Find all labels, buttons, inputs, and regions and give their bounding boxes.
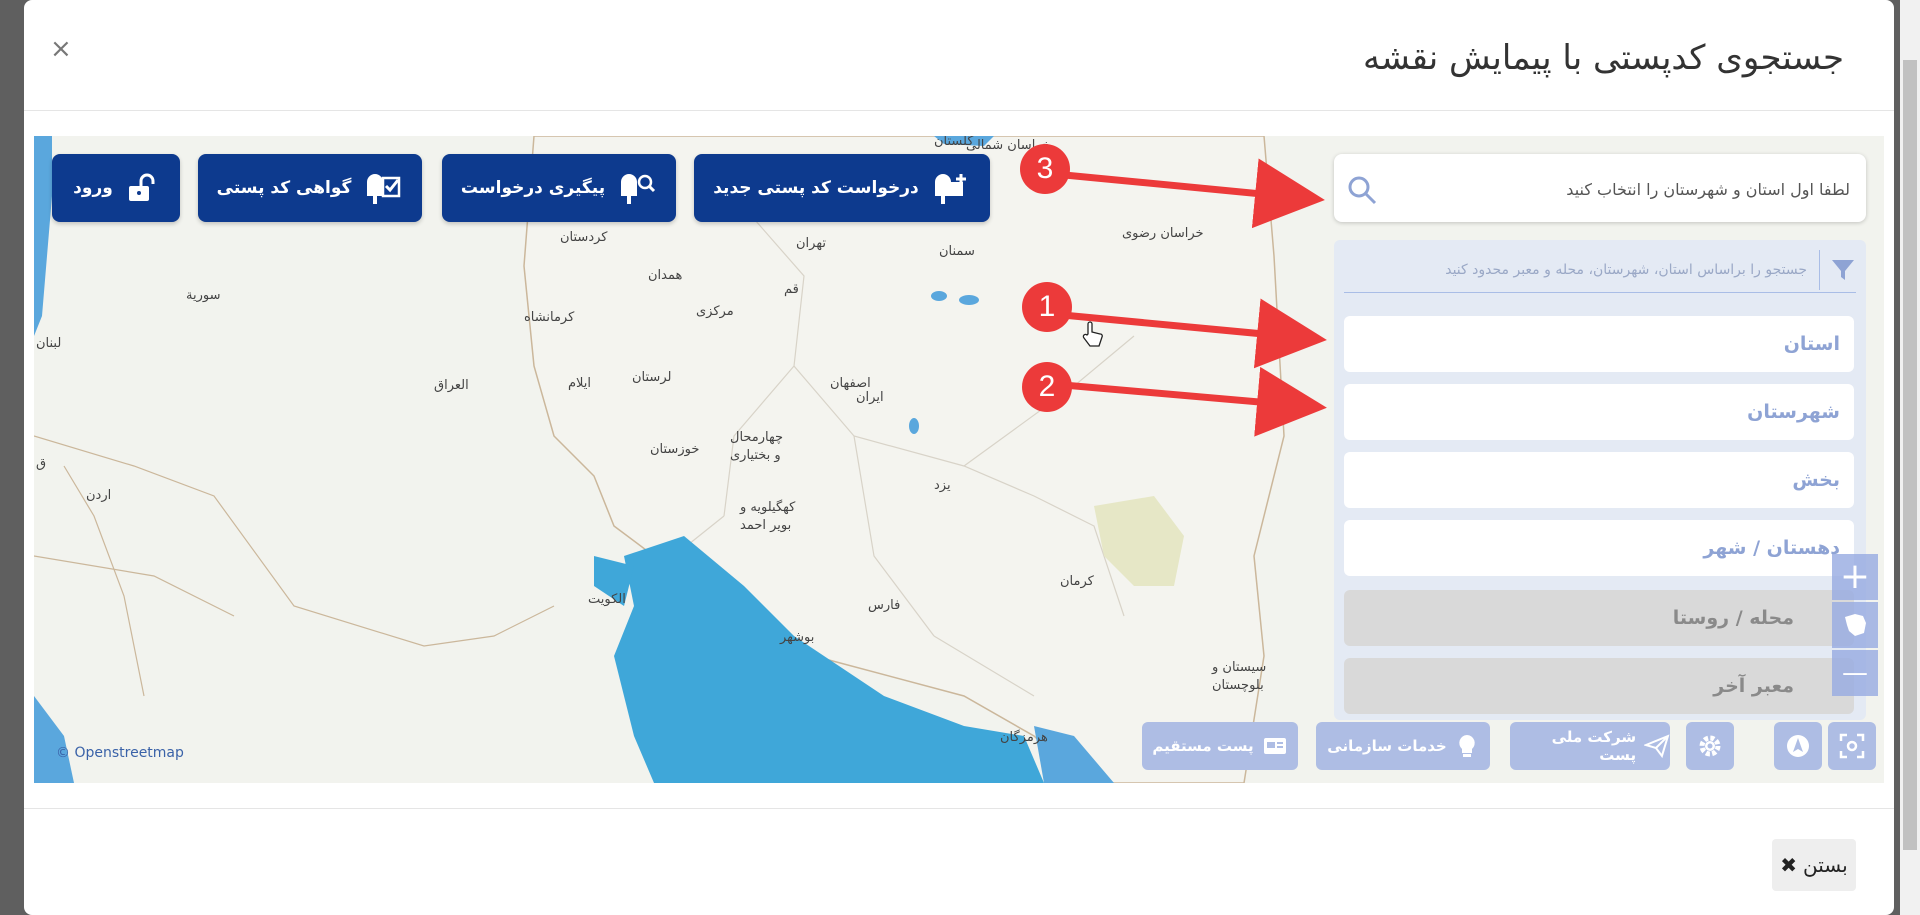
close-button-label: بستن (1803, 853, 1848, 877)
postal-code-search-modal: جستجوی کدپستی با پیمایش نقشه × خراسان شم… (24, 0, 1894, 915)
annotation-arrows (1051, 158, 1327, 437)
annotation-badge-3: 3 (1020, 144, 1070, 194)
modal-footer: بستن ✖ (24, 808, 1894, 915)
modal-header: جستجوی کدپستی با پیمایش نقشه × (24, 0, 1894, 111)
close-icon: ✖ (1780, 853, 1798, 877)
scrollbar-thumb[interactable] (1903, 60, 1917, 850)
close-button[interactable]: بستن ✖ (1772, 839, 1856, 891)
page-scrollbar[interactable] (1900, 0, 1920, 915)
annotation-badge-1: 1 (1022, 282, 1072, 332)
map-view[interactable]: خراسان شمالی گلستان خراسان رضوی کردستان … (34, 136, 1884, 783)
modal-title: جستجوی کدپستی با پیمایش نقشه (1363, 38, 1844, 78)
annotation-badge-2: 2 (1022, 362, 1072, 412)
modal-close-icon[interactable]: × (50, 34, 72, 64)
